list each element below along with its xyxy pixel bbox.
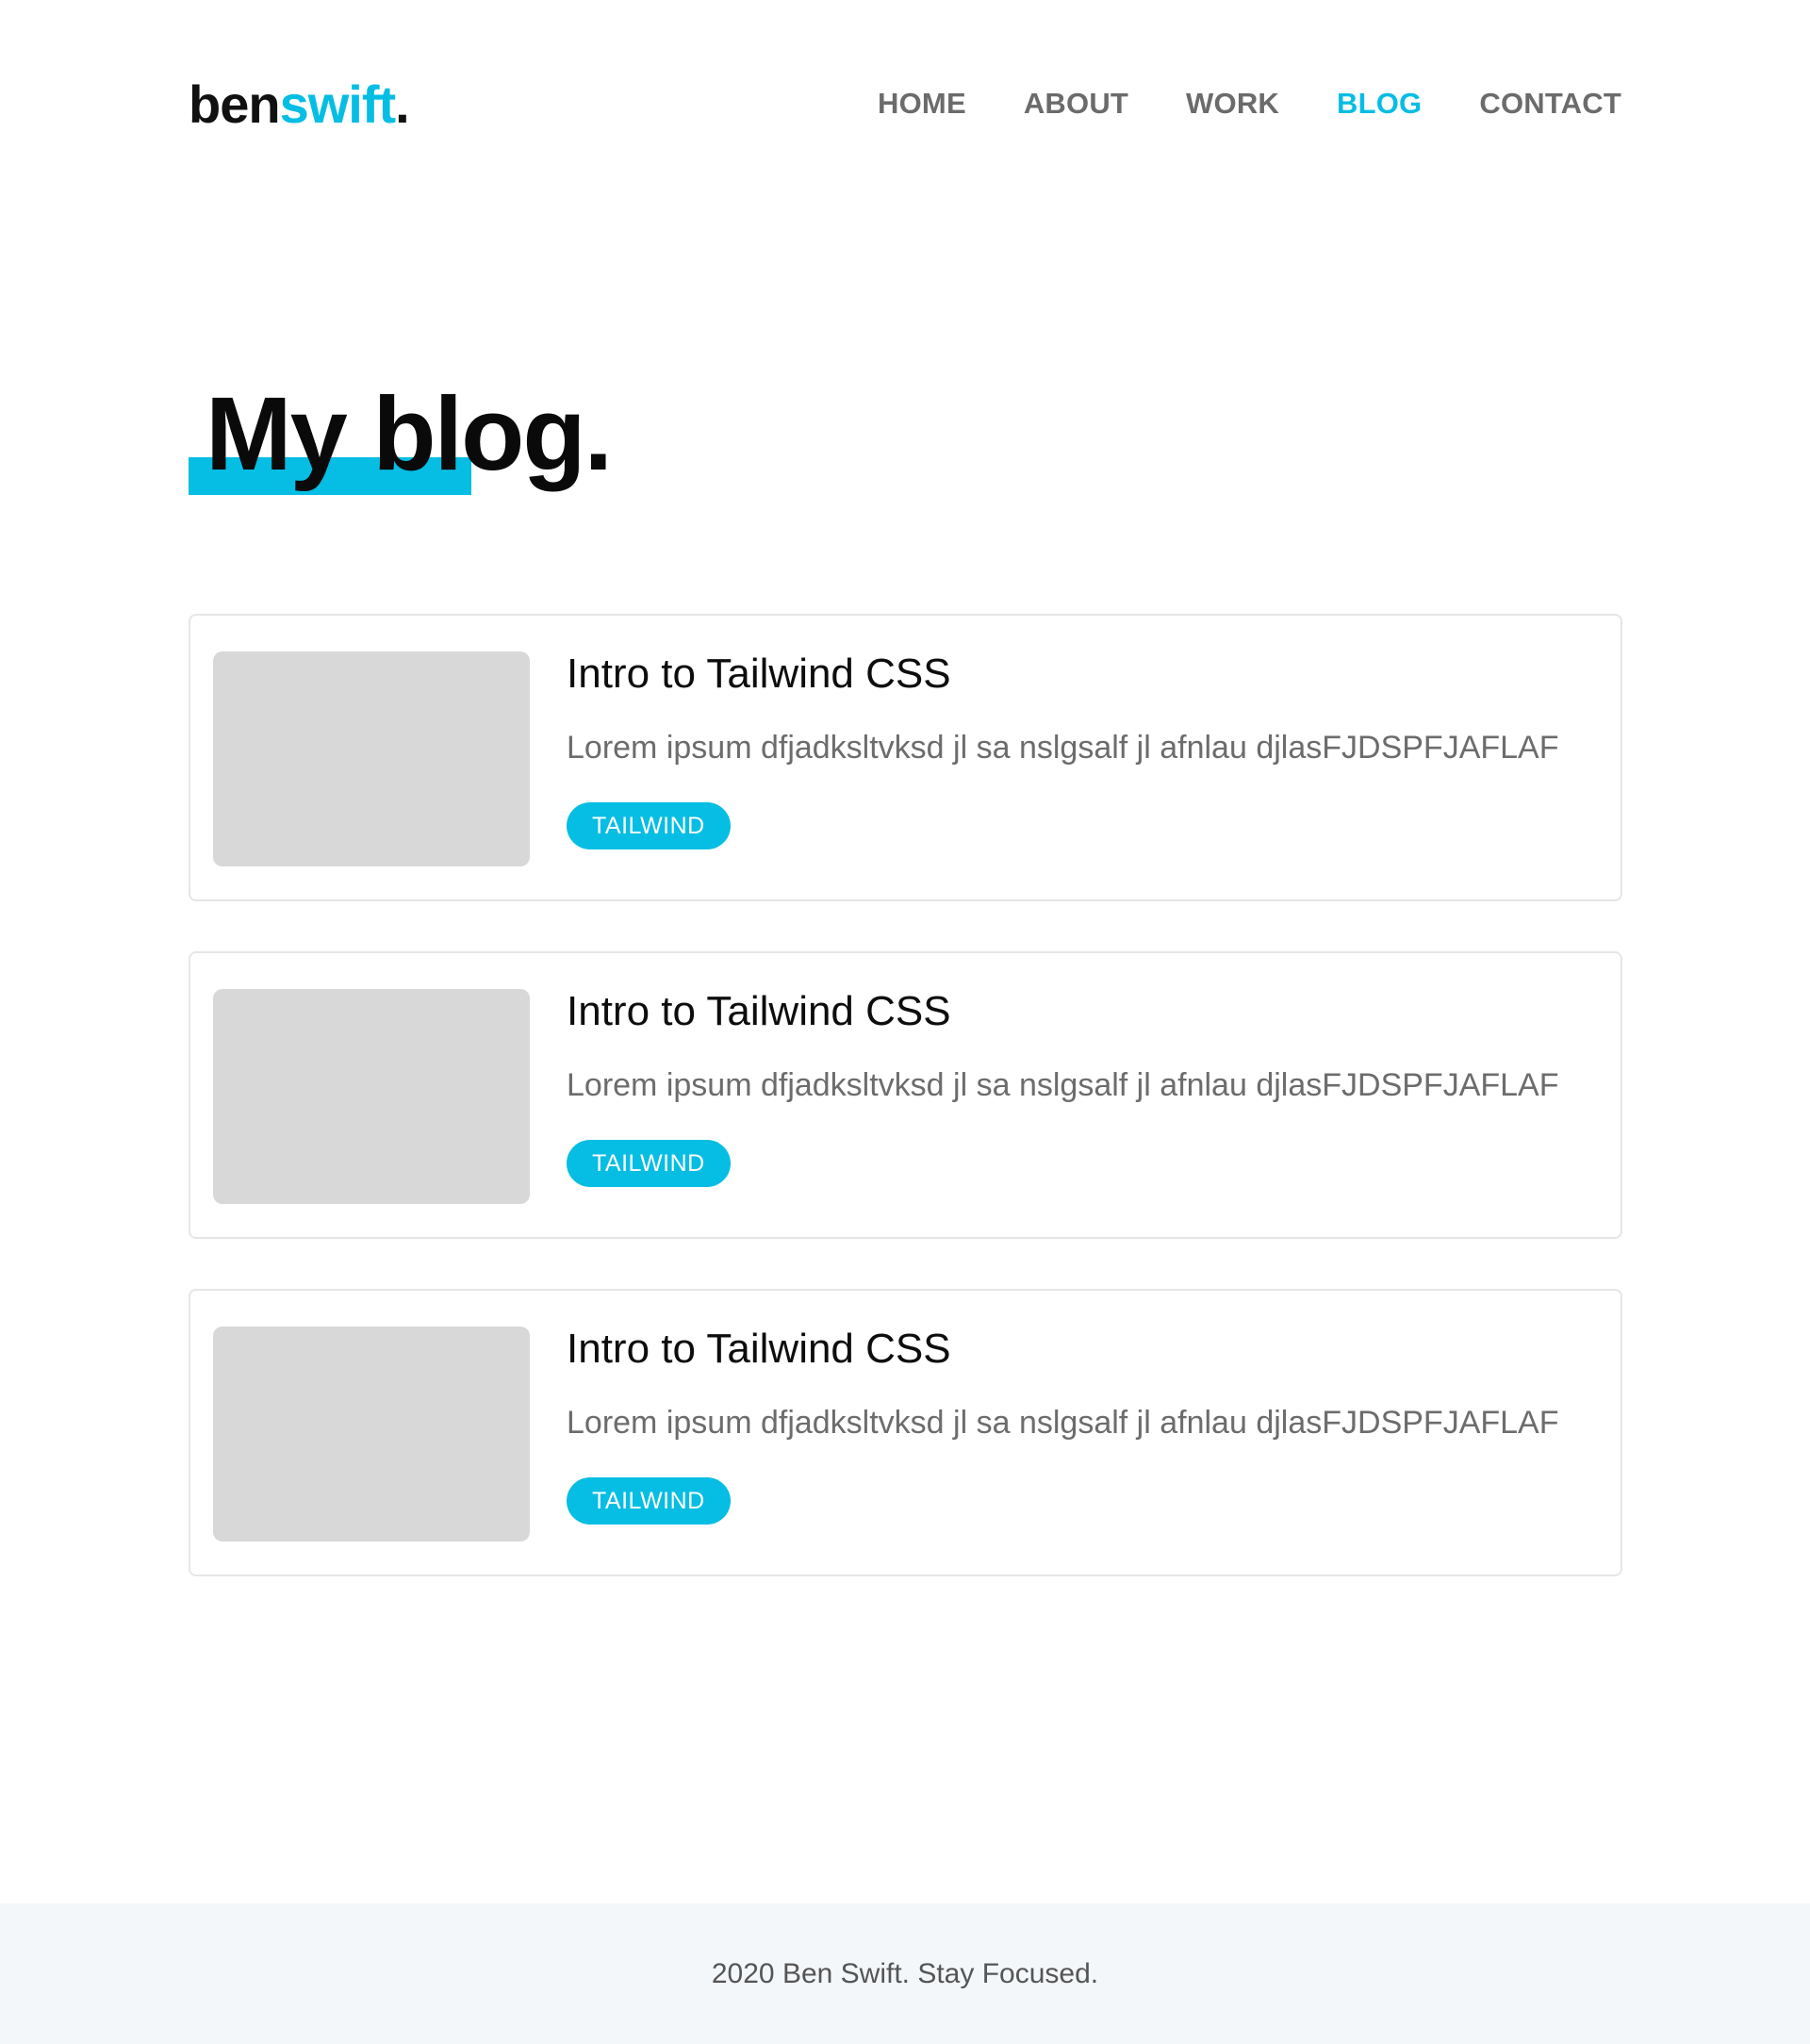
post-tag-badge[interactable]: TAILWIND — [567, 1140, 731, 1187]
post-excerpt: Lorem ipsum dfjadksltvksd jl sa nslgsalf… — [567, 1405, 1559, 1441]
post-excerpt: Lorem ipsum dfjadksltvksd jl sa nslgsalf… — [567, 1067, 1559, 1103]
post-body: Intro to Tailwind CSS Lorem ipsum dfjadk… — [567, 985, 1602, 1187]
post-excerpt: Lorem ipsum dfjadksltvksd jl sa nslgsalf… — [567, 730, 1559, 766]
logo-dot: . — [395, 74, 410, 134]
page-title: My blog. — [206, 376, 613, 492]
post-card[interactable]: Intro to Tailwind CSS Lorem ipsum dfjadk… — [189, 1289, 1622, 1576]
post-thumbnail-placeholder — [213, 651, 530, 866]
post-card[interactable]: Intro to Tailwind CSS Lorem ipsum dfjadk… — [189, 951, 1622, 1239]
main-nav: HOME ABOUT WORK BLOG CONTACT — [878, 83, 1621, 124]
nav-work-link[interactable]: WORK — [1186, 83, 1279, 124]
nav-about-link[interactable]: ABOUT — [1024, 83, 1128, 124]
post-tag-badge[interactable]: TAILWIND — [567, 1477, 731, 1525]
site-footer: 2020 Ben Swift. Stay Focused. — [0, 1904, 1810, 2044]
footer-copyright: 2020 Ben Swift. Stay Focused. — [711, 1957, 1099, 1989]
post-tag-badge[interactable]: TAILWIND — [567, 802, 731, 849]
nav-home-link[interactable]: HOME — [878, 83, 966, 124]
site-header: benswift. HOME ABOUT WORK BLOG CONTACT — [0, 0, 1810, 207]
nav-contact-link[interactable]: CONTACT — [1479, 83, 1621, 124]
post-thumbnail-placeholder — [213, 989, 530, 1204]
site-logo[interactable]: benswift. — [189, 72, 410, 138]
nav-blog-link[interactable]: BLOG — [1337, 83, 1422, 124]
post-thumbnail-placeholder — [213, 1327, 530, 1541]
post-title[interactable]: Intro to Tailwind CSS — [567, 648, 1602, 701]
post-card[interactable]: Intro to Tailwind CSS Lorem ipsum dfjadk… — [189, 614, 1622, 901]
post-body: Intro to Tailwind CSS Lorem ipsum dfjadk… — [567, 648, 1602, 849]
page-title-section: My blog. — [189, 372, 754, 504]
logo-text-ben: ben — [189, 74, 281, 134]
post-list: Intro to Tailwind CSS Lorem ipsum dfjadk… — [189, 614, 1622, 1626]
post-title[interactable]: Intro to Tailwind CSS — [567, 985, 1602, 1038]
post-body: Intro to Tailwind CSS Lorem ipsum dfjadk… — [567, 1323, 1602, 1525]
logo-text-swift: swift — [279, 74, 397, 134]
post-title[interactable]: Intro to Tailwind CSS — [567, 1323, 1602, 1376]
